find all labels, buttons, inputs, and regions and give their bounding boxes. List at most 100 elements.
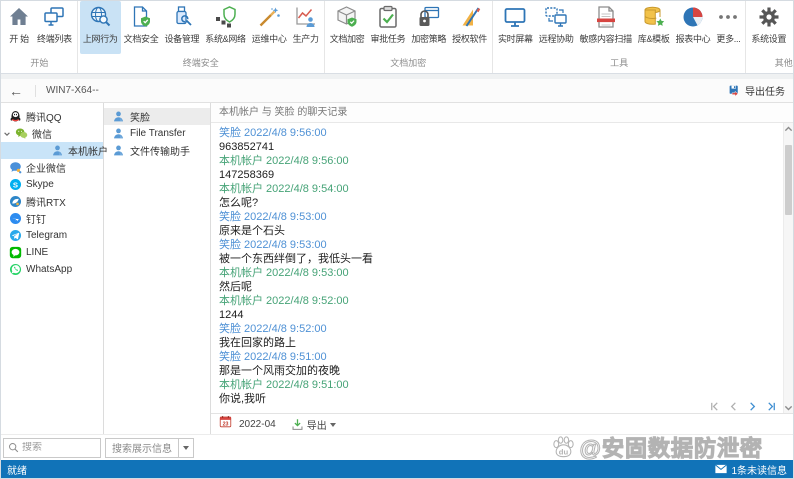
ribbon-item-terminal-list[interactable]: 终端列表 [34,1,75,54]
export-task-label: 导出任务 [745,83,785,98]
navigation-bar: ← WIN7-X64-- 导出任务 [1,79,793,103]
contact-item[interactable]: 文件传输助手 [104,142,210,159]
chat-message: 笑脸 2022/4/8 9:56:00963852741 [219,126,777,154]
ribbon-item-system-settings[interactable]: 系统设置 [748,1,789,54]
ribbon-item-productivity[interactable]: 生产力 [290,1,322,54]
export-label: 导出 [307,417,327,432]
sidebar-item-person[interactable]: 本机帐户 [1,142,103,159]
ribbon-item-internet-behavior[interactable]: 上网行为 [80,1,121,54]
message-sender-time: 笑脸 2022/4/8 9:53:00 [219,238,777,252]
scrollbar-thumb[interactable] [785,145,792,215]
export-task-button[interactable]: 导出任务 [728,83,785,98]
sidebar-item-wecom[interactable]: 企业微信 [1,159,103,176]
ribbon-item-remote-assist[interactable]: 远程协助 [536,1,577,54]
message-sender-time: 笑脸 2022/4/8 9:53:00 [219,210,777,224]
about-icon [792,5,793,29]
ribbon-item-label: 敏感内容扫描 [580,32,632,45]
app-sidebar: 腾讯QQ微信本机帐户企业微信SSkype腾讯RTX钉钉TelegramLINEW… [1,103,104,434]
remote-assist-icon [544,5,568,29]
ribbon-item-label: 授权软件 [452,32,487,45]
ribbon-item-report-center[interactable]: 报表中心 [673,1,714,54]
ribbon-item-authorized-software[interactable]: 授权软件 [449,1,490,54]
ribbon-item-label: 加密策略 [411,32,446,45]
previous-page-icon[interactable] [728,399,739,410]
ribbon-item-doc-encryption[interactable]: 文档加密 [327,1,368,54]
search-icon [8,442,19,453]
ribbon-item-ops-center[interactable]: 运维中心 [249,1,290,54]
ribbon-item-home[interactable]: 开 始 [4,1,34,54]
sidebar-item-qq[interactable]: 腾讯QQ [1,108,103,125]
message-list: 笑脸 2022/4/8 9:56:00963852741 本机帐户 2022/4/… [211,123,783,413]
message-text: 1244 [219,308,777,322]
contact-label: 文件传输助手 [130,143,190,158]
contact-item[interactable]: File Transfer [104,125,210,142]
ribbon-item-label: 系统设置 [751,32,786,45]
message-text: 我在回家的路上 [219,336,777,350]
chat-message: 本机帐户 2022/4/8 9:54:00怎么呢? [219,182,777,210]
contact-label: 笑脸 [130,109,150,124]
export-button[interactable]: 导出 [291,417,336,432]
person-icon [51,144,64,157]
ribbon-item-label: 更多... [716,32,740,45]
contact-label: File Transfer [130,128,186,139]
ribbon-item-label: 文档安全 [124,32,159,45]
realtime-screen-icon [503,5,527,29]
ribbon-item-about[interactable]: 关 于 [789,1,793,54]
chat-scrollbar[interactable] [783,123,793,413]
wecom-icon [9,161,22,174]
dropdown-arrow-icon[interactable] [178,439,193,457]
line-icon [9,246,22,259]
ribbon-item-label: 远程协助 [539,32,574,45]
sidebar-item-wechat[interactable]: 微信 [1,125,103,142]
ribbon-item-label: 文档加密 [330,32,365,45]
ribbon-item-realtime-screen[interactable]: 实时屏幕 [495,1,536,54]
export-icon [291,418,304,431]
next-page-icon[interactable] [747,399,758,410]
search-box[interactable] [3,438,101,458]
ribbon-item-encryption-policy[interactable]: 加密策略 [408,1,449,54]
contact-item[interactable]: 笑脸 [104,108,210,125]
search-mode-select[interactable]: 搜索展示信息 [105,438,194,458]
sidebar-item-line[interactable]: LINE [1,244,103,261]
ribbon-group-label: 文档加密 [327,54,490,73]
calendar-button[interactable]: 23 [219,415,232,433]
chevron-expanded-icon [3,130,11,138]
chat-message: 笑脸 2022/4/8 9:53:00被一个东西绊倒了，我低头一看 [219,238,777,266]
search-input[interactable] [22,442,94,453]
contact-list: 笑脸 File Transfer 文件传输助手 [104,103,211,434]
page-title: WIN7-X64-- [46,85,99,96]
ribbon-item-label: 审批任务 [371,32,406,45]
back-button[interactable]: ← [9,83,31,99]
scroll-down-icon[interactable] [784,401,793,413]
search-mode-label: 搜索展示信息 [106,440,178,455]
person-icon [112,127,125,140]
chat-message: 本机帐户 2022/4/8 9:53:00然后呢 [219,266,777,294]
ribbon-item-document-security[interactable]: 文档安全 [121,1,162,54]
last-page-icon[interactable] [766,399,777,410]
ribbon-item-device-management[interactable]: 设备管理 [161,1,202,54]
sidebar-item-telegram[interactable]: Telegram [1,227,103,244]
ribbon-item-more[interactable]: 更多... [713,1,743,54]
message-text: 963852741 [219,140,777,154]
sidebar-item-label: 微信 [32,126,52,141]
ribbon-item-label: 开 始 [9,32,29,45]
person-icon [112,110,125,123]
first-page-icon[interactable] [709,399,720,410]
status-bar: 就绪 1条未读信息 [1,460,793,478]
unread-message-button[interactable]: 1条未读信息 [715,462,787,477]
message-text: 然后呢 [219,280,777,294]
ribbon-item-sensitive-scan[interactable]: 敏感内容扫描 [577,1,635,54]
month-label: 2022-04 [239,419,276,430]
sidebar-item-rtx[interactable]: 腾讯RTX [1,193,103,210]
whatsapp-icon [9,263,22,276]
ribbon-item-library-template[interactable]: 库&模板 [635,1,673,54]
scroll-up-icon[interactable] [784,123,793,135]
ribbon-item-approval-task[interactable]: 审批任务 [368,1,409,54]
sidebar-item-skype[interactable]: SSkype [1,176,103,193]
sidebar-item-dingtalk[interactable]: 钉钉 [1,210,103,227]
message-sender-time: 笑脸 2022/4/8 9:51:00 [219,350,777,364]
system-network-icon [214,5,238,29]
sidebar-item-whatsapp[interactable]: WhatsApp [1,261,103,278]
chat-message: 笑脸 2022/4/8 9:51:00那是一个风雨交加的夜晚 [219,350,777,378]
ribbon-item-system-network[interactable]: 系统&网络 [202,1,249,54]
